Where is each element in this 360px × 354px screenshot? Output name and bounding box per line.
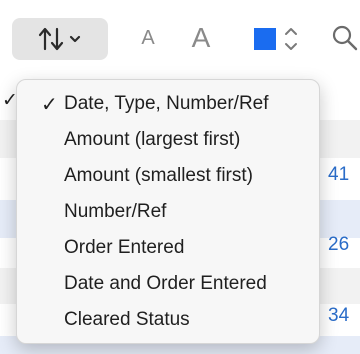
menu-item-number-ref[interactable]: Number/Ref (17, 194, 319, 230)
menu-item-order-entered[interactable]: Order Entered (17, 230, 319, 266)
background-number: 26 (328, 234, 350, 255)
menu-item-label: Cleared Status (64, 309, 190, 330)
font-small-label: A (141, 26, 155, 49)
color-picker-button[interactable] (248, 22, 308, 56)
sort-button[interactable] (12, 18, 108, 60)
menu-item-date-type-number[interactable]: ✓ Date, Type, Number/Ref (17, 86, 319, 122)
checkmark-icon: ✓ (41, 94, 58, 116)
search-icon (332, 25, 358, 51)
menu-item-date-and-order[interactable]: Date and Order Entered (17, 266, 319, 302)
decrease-font-button[interactable]: A (136, 20, 160, 56)
menu-item-cleared-status[interactable]: Cleared Status (17, 302, 319, 338)
menu-item-label: Order Entered (64, 237, 185, 258)
sort-menu: ✓ Date, Type, Number/Ref Amount (largest… (16, 79, 320, 344)
color-swatch-icon (254, 28, 297, 50)
toolbar: A A (0, 0, 360, 72)
menu-item-label: Amount (smallest first) (64, 165, 253, 186)
menu-item-amount-largest[interactable]: Amount (largest first) (17, 122, 319, 158)
background-number: 34 (328, 305, 350, 326)
font-large-label: A (191, 22, 211, 53)
background-number: 41 (328, 164, 350, 185)
menu-item-label: Date and Order Entered (64, 273, 267, 294)
menu-item-label: Amount (largest first) (64, 129, 241, 150)
menu-item-label: Date, Type, Number/Ref (64, 93, 269, 114)
arrow-up-down-icon (38, 27, 81, 51)
menu-item-amount-smallest[interactable]: Amount (smallest first) (17, 158, 319, 194)
increase-font-button[interactable]: A (186, 18, 216, 58)
menu-item-label: Number/Ref (64, 201, 167, 222)
search-button[interactable] (330, 18, 360, 58)
